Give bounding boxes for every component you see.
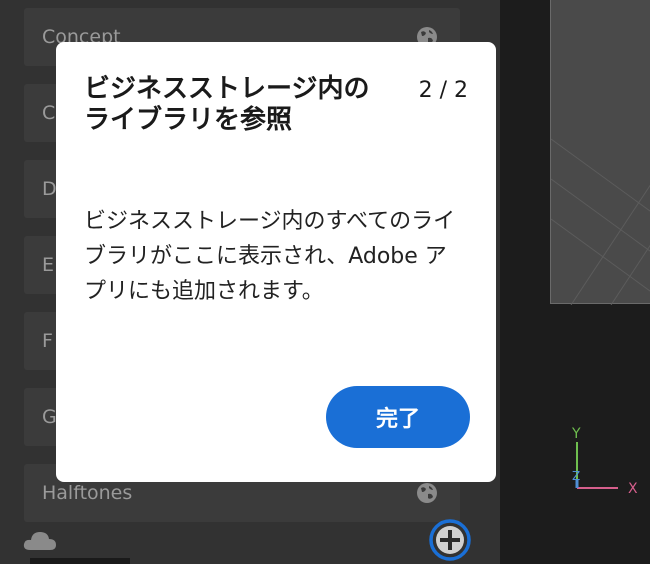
plus-circle-icon (429, 519, 471, 561)
library-item-label: E (42, 254, 55, 276)
axis-x-label: X (628, 481, 638, 497)
axis-z-label: Z (572, 469, 580, 483)
axis-gizmo: Y Z X (560, 420, 650, 500)
library-item-label: Halftones (42, 482, 133, 504)
globe-icon (417, 483, 437, 503)
add-library-button[interactable] (428, 518, 472, 562)
canvas-preview (550, 0, 650, 306)
library-item-label: C (42, 102, 56, 124)
viewport-3d[interactable]: Y Z X (500, 0, 650, 564)
step-counter: 2 / 2 (418, 78, 468, 103)
done-button[interactable]: 完了 (326, 386, 470, 448)
bottom-strip (30, 558, 130, 564)
dialog-body: ビジネスストレージ内のすべてのライブラリがここに表示され、Adobe アプリにも… (84, 209, 456, 305)
library-item-label: D (42, 178, 57, 200)
cloud-icon (23, 532, 56, 550)
library-item-label: F (42, 330, 53, 352)
library-item-label: G (42, 406, 57, 428)
dialog-title: ビジネスストレージ内のライブラリを参照 (84, 74, 370, 136)
tour-dialog: ビジネスストレージ内のライブラリを参照 2 / 2 ビジネスストレージ内のすべて… (56, 42, 496, 482)
axis-y-label: Y (571, 426, 581, 442)
